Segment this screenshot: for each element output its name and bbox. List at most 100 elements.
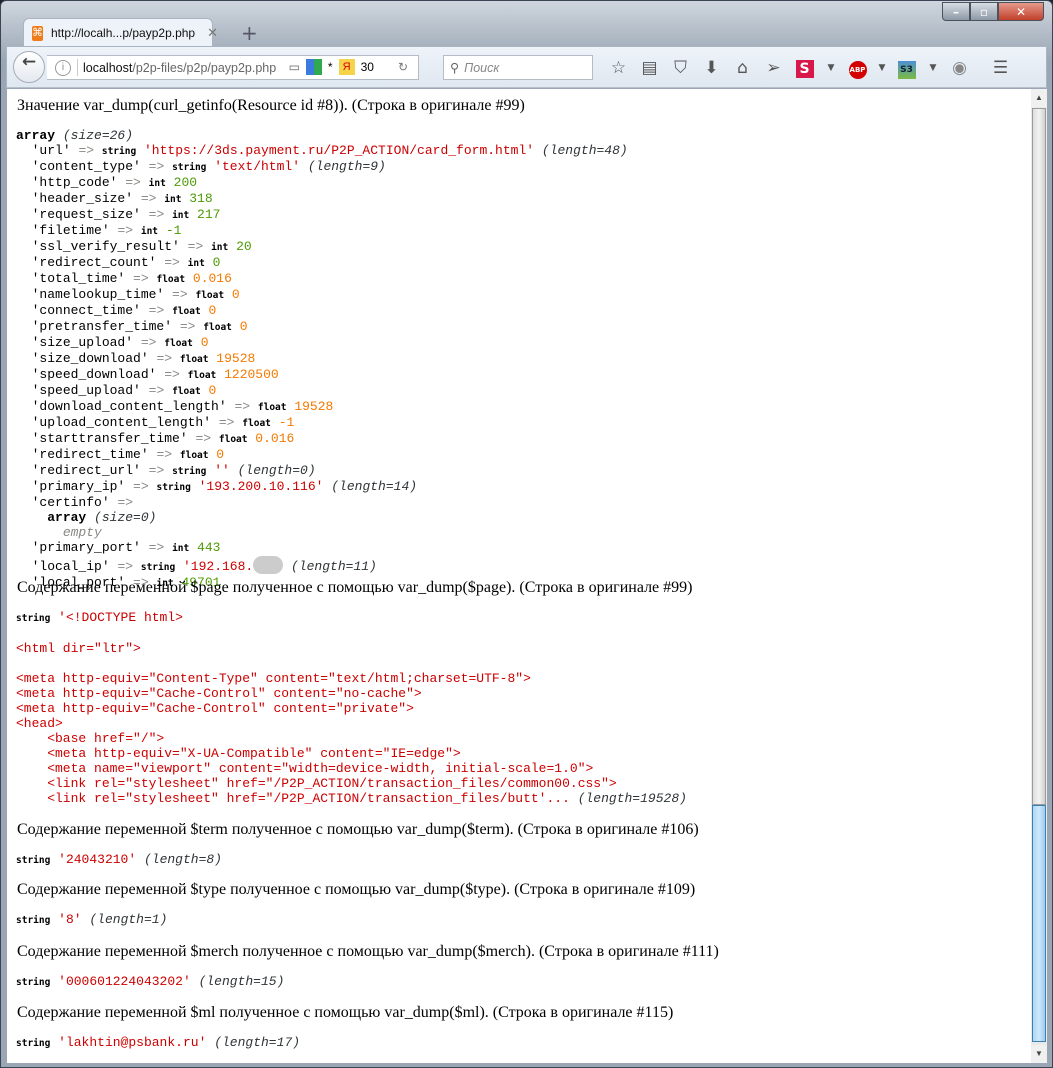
dump-key: 'redirect_time'	[31, 447, 149, 462]
arrow: =>	[148, 383, 165, 398]
dump-key: 'download_content_length'	[31, 399, 227, 414]
menu-icon[interactable]: ☰	[985, 58, 1016, 78]
dropdown-icon[interactable]: ▼	[873, 63, 891, 73]
scroll-thumb[interactable]	[1032, 108, 1046, 805]
search-input[interactable]: ⚲ Поиск	[443, 55, 593, 80]
dump-type: float	[172, 306, 201, 317]
dump-key: 'pretransfer_time'	[31, 319, 173, 334]
dump-value: 318	[189, 191, 213, 206]
array-size: (size=0)	[94, 510, 157, 525]
array-size: (size=26)	[62, 128, 134, 143]
info-icon[interactable]: i	[55, 59, 71, 76]
scroll-up-icon[interactable]: ▲	[1031, 89, 1047, 107]
dump-key: 'ssl_verify_result'	[31, 239, 180, 254]
reload-icon[interactable]: ↻	[398, 60, 408, 74]
dump-type: float	[179, 450, 209, 461]
dropdown-icon[interactable]: ▼	[922, 63, 944, 73]
pocket-icon[interactable]: ⛉	[665, 58, 696, 78]
dump-string-line: <meta http-equiv="Cache-Control" content…	[16, 701, 414, 716]
dump-type: float	[172, 386, 201, 397]
dump-length: (length=8)	[143, 852, 222, 867]
arrow: =>	[164, 255, 180, 270]
download-icon[interactable]: ⬇	[696, 58, 727, 78]
dump-key: 'upload_content_length'	[31, 415, 212, 430]
arrow: =>	[133, 479, 149, 494]
dump-key: 'content_type'	[31, 159, 141, 174]
tab-active[interactable]: ⌘ http://localh...p/payp2p.php ✕	[23, 18, 218, 47]
close-tab-icon[interactable]: ✕	[207, 25, 218, 41]
reader-view-icon[interactable]: ▭	[289, 60, 300, 74]
dropdown-icon[interactable]: ▼	[820, 63, 842, 73]
send-icon[interactable]: ➢	[758, 58, 789, 78]
reading-list-icon[interactable]: ▤	[634, 58, 665, 78]
dump-type: float	[203, 322, 232, 333]
dump-string-line: <link rel="stylesheet" href="/P2P_ACTION…	[16, 776, 617, 791]
var-dump-string: string 'lakhtin@psbank.ru' (length=17)	[16, 1035, 300, 1051]
dump-key: 'redirect_count'	[31, 255, 157, 270]
arrow: =>	[148, 540, 165, 555]
url-bar[interactable]: i localhost/p2p-files/p2p/payp2p.php ▭ *…	[47, 55, 419, 80]
dump-value: ''	[214, 463, 230, 478]
var-dump-string: string '8' (length=1)	[16, 912, 167, 928]
arrow: =>	[148, 463, 165, 478]
adblock-plus-icon[interactable]: ABP	[842, 57, 873, 79]
minimize-button[interactable]: –	[942, 2, 970, 21]
dump-type: int	[172, 543, 190, 554]
dump-value: 0	[239, 319, 248, 334]
s-extension-icon[interactable]: S	[789, 58, 820, 78]
dump-value: 1220500	[224, 367, 279, 382]
scroll-thumb-highlight[interactable]	[1032, 805, 1046, 1042]
back-button[interactable]: ←	[13, 51, 45, 83]
dump-type: int	[187, 258, 205, 269]
dump-type: int	[140, 226, 159, 237]
array-label: array	[47, 510, 87, 525]
arrow: =>	[140, 191, 157, 206]
dump-length: (length=14)	[331, 479, 418, 494]
dump-heading: Содержание переменной $type полученное с…	[17, 881, 696, 898]
google-extension-icon[interactable]	[305, 59, 322, 75]
maximize-button[interactable]: ▫	[970, 2, 998, 21]
dump-value: 19528	[216, 351, 256, 366]
dump-length: (length=1)	[89, 912, 168, 927]
dump-string-line: <base href="/">	[16, 731, 165, 746]
var-dump-page: string '<!DOCTYPE html> <html dir="ltr">…	[16, 610, 687, 806]
browser-window: – ▫ ✕ ⌘ http://localh...p/payp2p.php ✕ +…	[0, 0, 1053, 1068]
scroll-down-icon[interactable]: ▼	[1031, 1045, 1047, 1063]
dump-key: 'size_download'	[31, 351, 149, 366]
dump-value: 0	[208, 383, 217, 398]
dump-value: 'text/html'	[214, 159, 301, 174]
dump-key: 'http_code'	[31, 175, 118, 190]
var-dump-array: array (size=26) 'url' => string 'https:/…	[16, 128, 628, 591]
dump-key: 'size_upload'	[31, 335, 134, 350]
vertical-scrollbar[interactable]: ▲ ▼	[1031, 89, 1047, 1063]
eye-extension-icon[interactable]: ◉	[944, 58, 975, 78]
dump-value: 0.016	[255, 431, 295, 446]
dump-type: string	[16, 915, 51, 926]
dump-value: 200	[173, 175, 198, 190]
bookmark-star-icon[interactable]: ☆	[603, 58, 634, 78]
home-icon[interactable]: ⌂	[727, 58, 758, 78]
arrow: =>	[156, 351, 173, 366]
dump-value: 20	[236, 239, 252, 254]
dump-heading: Содержание переменной $merch полученное …	[17, 943, 719, 960]
dump-value: 0	[200, 335, 209, 350]
dump-heading: Содержание переменной $ml полученное с п…	[17, 1004, 674, 1021]
dump-type: float	[195, 290, 225, 301]
dump-length: (length=11)	[291, 559, 377, 574]
arrow: =>	[187, 239, 204, 254]
dump-value: 443	[197, 540, 221, 555]
arrow: =>	[117, 495, 134, 510]
empty-label: empty	[62, 525, 102, 540]
arrow: =>	[78, 143, 95, 158]
divider	[77, 59, 78, 76]
new-tab-button[interactable]: +	[241, 21, 258, 45]
yandex-icon[interactable]: Я	[338, 59, 355, 75]
dump-value: 0	[208, 303, 217, 318]
arrow: =>	[156, 447, 173, 462]
var-dump-string: string '000601224043202' (length=15)	[16, 974, 284, 990]
s3-extension-icon[interactable]: S3	[891, 57, 922, 79]
close-window-button[interactable]: ✕	[998, 2, 1044, 21]
dump-type: string	[172, 162, 207, 173]
dump-key: 'url'	[31, 143, 71, 158]
dump-length: (length=9)	[307, 159, 386, 174]
